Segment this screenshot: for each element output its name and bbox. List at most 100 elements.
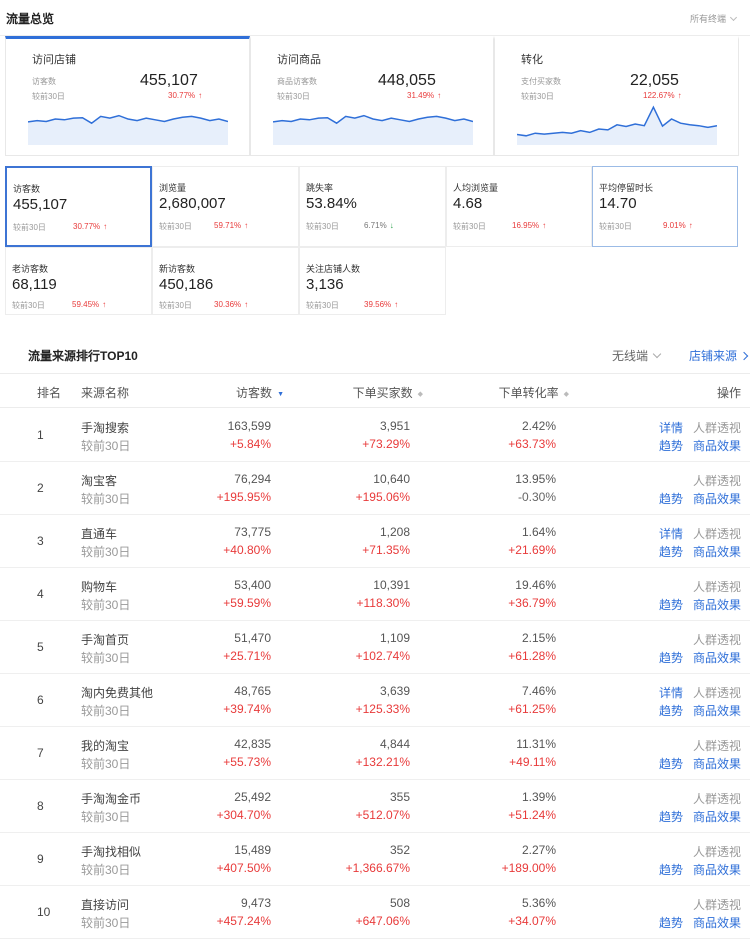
goods-effect-link[interactable]: 商品效果	[693, 437, 741, 454]
crowd-link[interactable]: 人群透视	[693, 684, 741, 701]
arrow-up-icon: ↑	[102, 300, 107, 309]
crowd-link[interactable]: 人群透视	[693, 631, 741, 648]
metric-pageviews[interactable]: 浏览量 2,680,007 较前30日 59.71% ↑	[152, 166, 299, 247]
visit-shop-card[interactable]: 访问店铺 访客数 较前30日 455,107 30.77% ↑	[5, 36, 250, 156]
visit-goods-card[interactable]: 访问商品 商品访客数 较前30日 448,055 31.49% ↑	[250, 36, 494, 156]
conversion-value: 1.64%	[521, 525, 556, 539]
metric-value: 53.84%	[306, 195, 357, 212]
source-name: 直通车	[81, 527, 118, 541]
goods-effect-link[interactable]: 商品效果	[693, 702, 741, 719]
goods-effect-link[interactable]: 商品效果	[693, 914, 741, 931]
conversion-card[interactable]: 转化 支付买家数 较前30日 22,055 122.67% ↑	[494, 36, 739, 156]
goods-effect-link[interactable]: 商品效果	[693, 543, 741, 560]
sparkline-area	[28, 115, 228, 145]
detail-link[interactable]: 详情	[659, 419, 683, 436]
crowd-link[interactable]: 人群透视	[693, 472, 741, 489]
metric-change: 30.77% ↑	[73, 222, 107, 231]
trend-link[interactable]: 趋势	[659, 808, 683, 825]
trend-link[interactable]: 趋势	[659, 543, 683, 560]
device-dropdown[interactable]: 无线端	[612, 347, 662, 364]
metric-avg-pageviews[interactable]: 人均浏览量 4.68 较前30日 16.95% ↑	[446, 166, 592, 247]
crowd-link[interactable]: 人群透视	[693, 896, 741, 913]
metric-label: 平均停留时长	[599, 183, 654, 193]
buyers-value: 355	[389, 790, 410, 804]
metric-label: 访客数	[13, 184, 41, 194]
visitors-change: +5.84%	[229, 437, 271, 451]
goods-effect-link[interactable]: 商品效果	[693, 755, 741, 772]
crowd-link[interactable]: 人群透视	[693, 843, 741, 860]
goods-effect-link[interactable]: 商品效果	[693, 649, 741, 666]
col-conversion[interactable]: 下单转化率 ◆	[499, 384, 569, 401]
trend-link[interactable]: 趋势	[659, 702, 683, 719]
trend-link[interactable]: 趋势	[659, 437, 683, 454]
crowd-link[interactable]: 人群透视	[693, 419, 741, 436]
detail-link[interactable]: 详情	[659, 525, 683, 542]
metric-avg-stay[interactable]: 平均停留时长 14.70 较前30日 9.01% ↑	[592, 166, 738, 247]
detail-link[interactable]: 详情	[659, 684, 683, 701]
crowd-link[interactable]: 人群透视	[693, 525, 741, 542]
metric-label: 关注店铺人数	[306, 264, 361, 274]
arrow-up-icon: ↑	[394, 300, 399, 309]
overview-header: 流量总览 所有终端	[0, 0, 750, 36]
metric-compare-label: 较前30日	[13, 223, 46, 232]
compare-label: 较前30日	[81, 704, 131, 718]
card-title: 访问店铺	[32, 54, 76, 66]
trend-link[interactable]: 趋势	[659, 649, 683, 666]
trend-link[interactable]: 趋势	[659, 596, 683, 613]
chevron-down-icon	[729, 13, 738, 22]
metric-value: 68,119	[12, 276, 57, 293]
buyers-change: +118.30%	[356, 596, 411, 610]
rank-cell: 6	[37, 693, 44, 707]
metric-compare-label: 较前30日	[306, 222, 339, 231]
crowd-link[interactable]: 人群透视	[693, 790, 741, 807]
goods-effect-link[interactable]: 商品效果	[693, 808, 741, 825]
arrow-down-icon: ↓	[389, 221, 394, 230]
chevron-right-icon	[739, 351, 749, 361]
metric-compare-label: 较前30日	[453, 222, 486, 231]
metric-new-visitors[interactable]: 新访客数 450,186 较前30日 30.36% ↑	[152, 247, 299, 315]
compare-label: 较前30日	[81, 651, 131, 665]
card-compare-label: 较前30日	[521, 92, 554, 101]
metric-visitors[interactable]: 访客数 455,107 较前30日 30.77% ↑	[5, 166, 152, 247]
buyers-value: 3,639	[379, 684, 410, 698]
goods-effect-link[interactable]: 商品效果	[693, 596, 741, 613]
compare-label: 较前30日	[81, 598, 131, 612]
arrow-up-icon: ↑	[542, 221, 547, 230]
col-buyers[interactable]: 下单买家数 ◆	[353, 384, 423, 401]
metric-returning-visitors[interactable]: 老访客数 68,119 较前30日 59.45% ↑	[5, 247, 152, 315]
trend-link[interactable]: 趋势	[659, 755, 683, 772]
col-name: 来源名称	[81, 386, 130, 400]
rank-cell: 2	[37, 481, 44, 495]
metric-change: 6.71% ↓	[364, 221, 394, 230]
source-name: 淘宝客	[81, 474, 118, 488]
sort-icon: ◆	[563, 391, 569, 398]
table-row: 5 手淘首页 较前30日 51,470 +25.71% 1,109 +102.74% 2.15…	[0, 621, 750, 674]
metric-label: 浏览量	[159, 183, 187, 193]
table-row: 7 我的淘宝 较前30日 42,835 +55.73% 4,844 +132.21% 11.3…	[0, 727, 750, 780]
card-compare-label: 较前30日	[32, 92, 65, 101]
card-metric-label: 商品访客数	[277, 77, 317, 86]
col-visitors[interactable]: 访客数 ▼	[236, 384, 284, 401]
card-change: 30.77% ↑	[168, 91, 202, 100]
goods-effect-link[interactable]: 商品效果	[693, 490, 741, 507]
crowd-link[interactable]: 人群透视	[693, 578, 741, 595]
conversion-change: +51.24%	[508, 808, 556, 822]
trend-link[interactable]: 趋势	[659, 861, 683, 878]
trend-link[interactable]: 趋势	[659, 914, 683, 931]
metric-label: 跳失率	[306, 183, 334, 193]
overview-title: 流量总览	[6, 12, 55, 26]
visitors-change: +59.59%	[223, 596, 271, 610]
trend-link[interactable]: 趋势	[659, 490, 683, 507]
metric-compare-label: 较前30日	[159, 222, 192, 231]
metric-followers[interactable]: 关注店铺人数 3,136 较前30日 39.56% ↑	[299, 247, 446, 315]
goods-effect-link[interactable]: 商品效果	[693, 861, 741, 878]
terminal-filter-dropdown[interactable]: 所有终端	[690, 12, 738, 25]
crowd-link[interactable]: 人群透视	[693, 737, 741, 754]
metric-bounce-rate[interactable]: 跳失率 53.84% 较前30日 6.71% ↓	[299, 166, 446, 247]
buyers-value: 1,109	[379, 631, 410, 645]
metric-label: 老访客数	[12, 264, 49, 274]
shop-source-link[interactable]: 店铺来源	[689, 347, 749, 364]
source-name: 手淘搜索	[81, 421, 130, 435]
table-row: 9 手淘找相似 较前30日 15,489 +407.50% 352 +1,366.67% 2.…	[0, 833, 750, 886]
visitors-change: +407.50%	[216, 861, 271, 875]
